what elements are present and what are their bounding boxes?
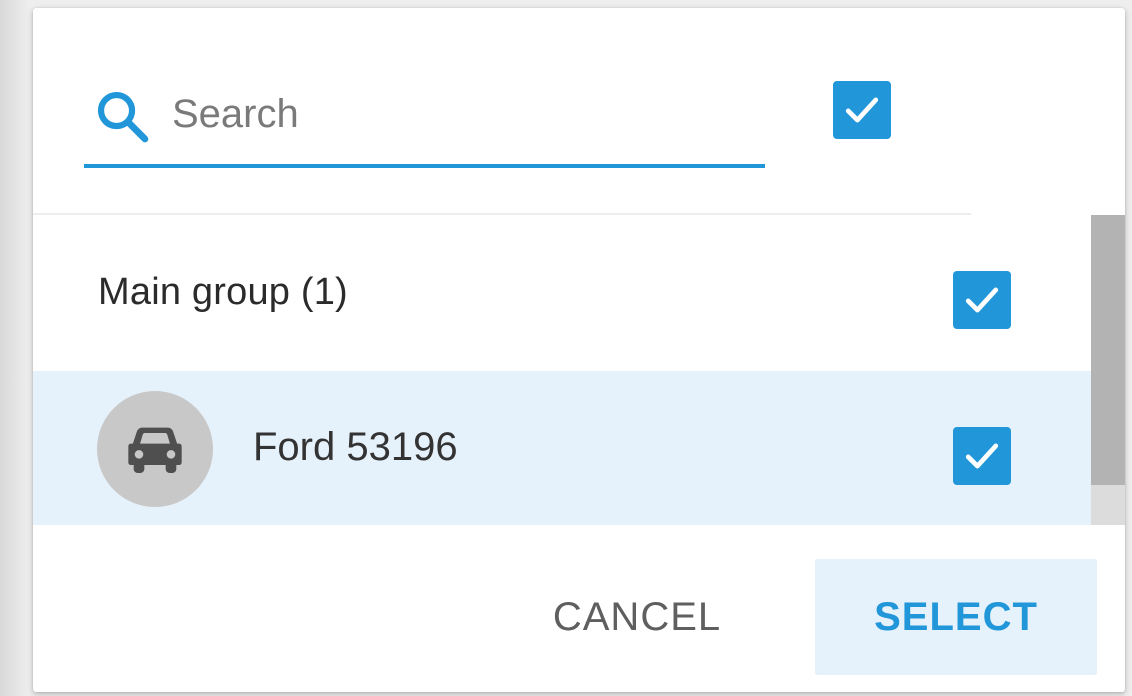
- scrollbar[interactable]: [1091, 215, 1125, 525]
- checkmark-icon: [965, 443, 999, 469]
- group-label: Main group (1): [98, 271, 348, 313]
- vehicle-select-dialog: Main group (1) Ford 53196: [33, 8, 1125, 692]
- vehicle-name: Ford 53196: [253, 425, 458, 469]
- checkmark-icon: [845, 97, 879, 123]
- cancel-button[interactable]: CANCEL: [527, 559, 747, 675]
- list-item[interactable]: Ford 53196: [33, 371, 1091, 525]
- group-row[interactable]: Main group (1): [33, 215, 1091, 371]
- search-icon: [97, 91, 149, 143]
- group-checkbox[interactable]: [953, 271, 1011, 329]
- select-all-checkbox[interactable]: [833, 81, 891, 139]
- vehicle-list: Main group (1) Ford 53196: [33, 215, 1125, 525]
- car-icon: [128, 427, 182, 473]
- search-field[interactable]: [84, 78, 765, 168]
- search-bar: [33, 8, 1125, 214]
- dialog-footer: CANCEL SELECT: [33, 525, 1125, 692]
- vehicle-checkbox[interactable]: [953, 427, 1011, 485]
- checkmark-icon: [965, 287, 999, 313]
- select-button[interactable]: SELECT: [815, 559, 1097, 675]
- avatar: [97, 391, 213, 507]
- scrollbar-thumb[interactable]: [1091, 215, 1125, 485]
- search-input[interactable]: [172, 88, 732, 140]
